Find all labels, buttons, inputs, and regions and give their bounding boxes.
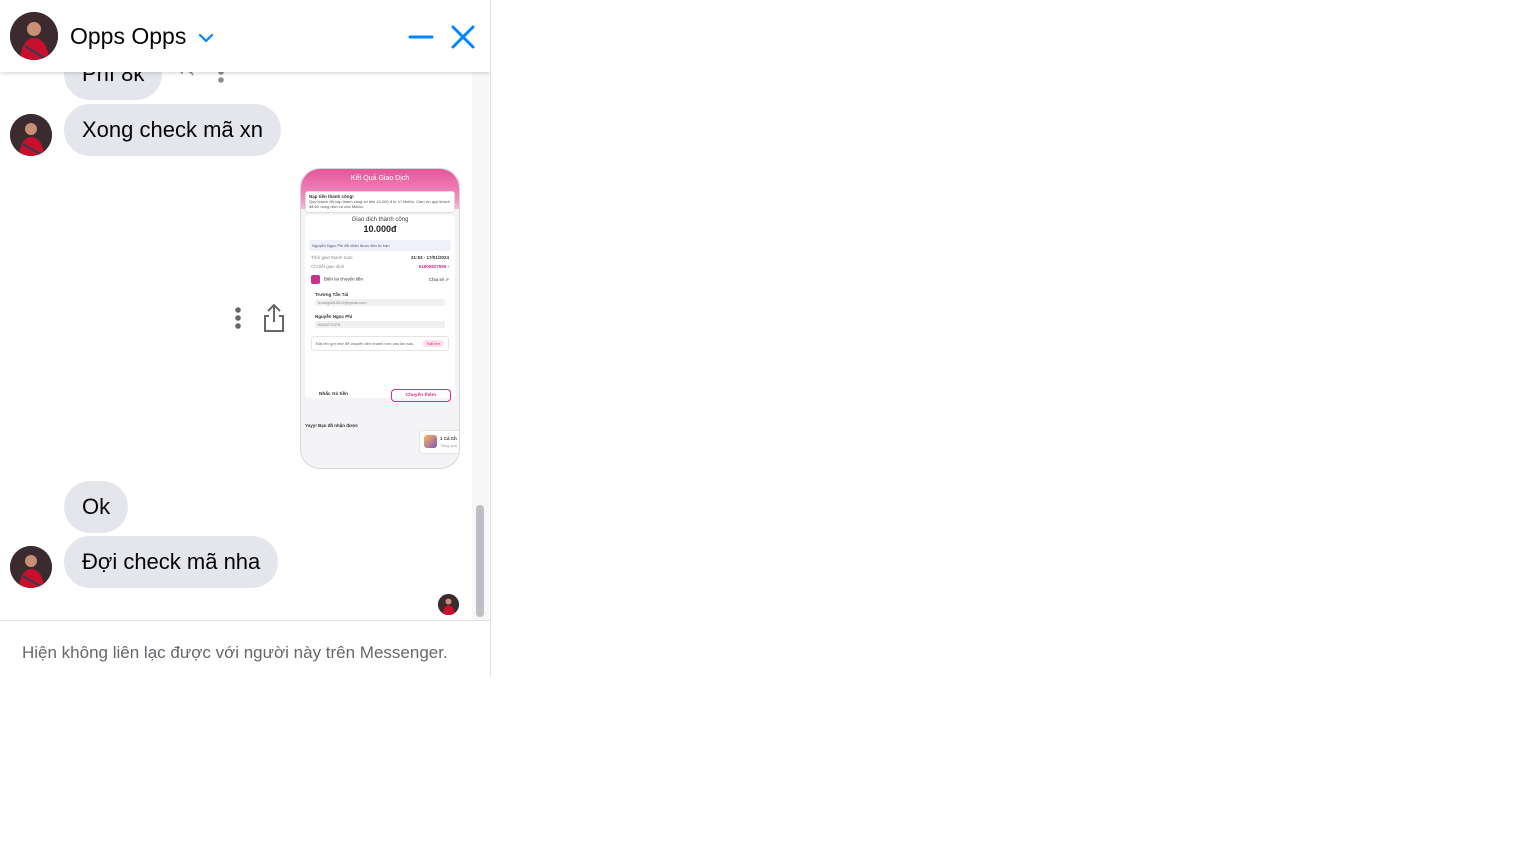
image-notice: Nạp tiền thành công! Quý khách đã nạp th… — [305, 191, 455, 213]
message-bubble[interactable]: Xong check mã xn — [64, 104, 281, 156]
image-card: Giao dịch thành công 10.000đ Nguyễn Ngọc… — [305, 215, 455, 398]
chevron-down-icon[interactable] — [198, 32, 214, 44]
chat-header: Opps Opps — [0, 0, 490, 72]
minimize-icon[interactable] — [408, 24, 434, 50]
image-detail-value: 51805827695 › — [418, 264, 449, 269]
image-promo: 1 Cá Ch Tặng quà — [419, 430, 459, 454]
image-transfer-button: Chuyển thêm — [390, 389, 451, 402]
image-actions: Nhắc trả tiền Chuyển thêm — [309, 389, 451, 402]
image-status: Giao dịch thành công — [351, 217, 409, 223]
share-icon[interactable] — [262, 303, 286, 333]
message-list: Phí 8k Xong check mã xn Kết Quả Giao Dịc… — [0, 0, 490, 620]
message-text: Đợi check mã nha — [82, 549, 261, 574]
image-title: Kết Quả Giao Dịch — [350, 175, 410, 182]
message-text: Ok — [82, 494, 111, 519]
image-footer-text: Yayy! Bạn đã nhận được — [305, 423, 358, 428]
image-receipt: Biên lai chuyển tiền Chia sẻ ⇗ — [311, 275, 449, 284]
image-sender-email: truongtai10011@gmail.com — [315, 299, 445, 306]
image-sender: Trương Tấn Tài truongtai10011@gmail.com — [315, 292, 445, 306]
promo-icon — [424, 435, 437, 448]
message-text: Xong check mã xn — [82, 117, 263, 142]
image-tip-text: Đặt tên gợi nhớ để chuyển tiền nhanh hơn… — [316, 341, 415, 346]
image-receiver-phone: 0584272475 — [315, 321, 445, 328]
message-bubble[interactable]: Ok — [64, 481, 129, 533]
image-row-detail: Chi tiết giao dịch 51805827695 › — [311, 264, 449, 269]
read-receipt-avatar — [438, 594, 459, 615]
image-info: Nguyễn Ngọc Phi đã nhận được tiền từ bạn — [309, 240, 451, 251]
scrollbar[interactable] — [472, 72, 489, 620]
avatar[interactable] — [10, 114, 52, 156]
contact-name[interactable]: Opps Opps — [70, 23, 186, 50]
contact-avatar[interactable] — [10, 12, 58, 60]
image-receiver: Nguyễn Ngọc Phi 0584272475 — [315, 314, 445, 328]
chat-window: Phí 8k Xong check mã xn Kết Quả Giao Dịc… — [0, 0, 491, 677]
image-receipt-label: Biên lai chuyển tiền — [324, 276, 364, 282]
image-notice-body: Quý khách đã nạp thành công số tiền 10.0… — [309, 199, 450, 209]
image-tip-button: Đặt tên — [423, 340, 444, 347]
image-promo-title: 1 Cá Ch — [440, 436, 457, 441]
image-message[interactable]: Kết Quả Giao Dịch Nạp tiền thành công! Q… — [300, 168, 460, 469]
image-sender-name: Trương Tấn Tài — [315, 292, 349, 297]
close-icon[interactable] — [450, 24, 476, 50]
image-promo-sub: Tặng quà — [440, 443, 457, 448]
image-share-label: Chia sẻ ⇗ — [428, 276, 449, 282]
unavailable-notice: Hiện không liên lạc được với người này t… — [0, 620, 490, 677]
receipt-icon — [311, 275, 320, 284]
message-bubble[interactable]: Đợi check mã nha — [64, 536, 279, 588]
image-detail-label: Chi tiết giao dịch — [311, 264, 345, 269]
image-remind-button: Nhắc trả tiền — [319, 392, 349, 397]
unavailable-notice-text: Hiện không liên lạc được với người này t… — [22, 643, 448, 662]
image-time-label: Thời gian thanh toán — [311, 255, 353, 260]
image-time-value: 21:53 - 17/01/2024 — [410, 255, 449, 260]
scrollbar-thumb[interactable] — [476, 505, 484, 617]
image-amount: 10.000đ — [363, 224, 397, 234]
image-receiver-name: Nguyễn Ngọc Phi — [315, 314, 353, 319]
image-row-time: Thời gian thanh toán 21:53 - 17/01/2024 — [311, 255, 449, 260]
more-options-icon[interactable] — [231, 304, 245, 332]
image-tip: Đặt tên gợi nhớ để chuyển tiền nhanh hơn… — [311, 336, 449, 351]
avatar[interactable] — [10, 546, 52, 588]
